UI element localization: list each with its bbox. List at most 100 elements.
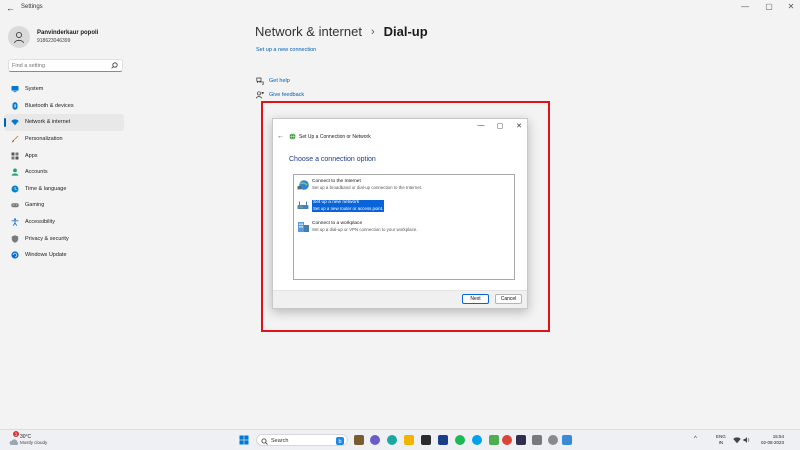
- sidebar-item-label: Windows Update: [25, 252, 67, 259]
- sidebar-item-time-language[interactable]: Time & language: [4, 181, 124, 198]
- dialog-maximize-button[interactable]: ▢: [494, 122, 506, 130]
- sidebar-item-label: Bluetooth & devices: [25, 102, 74, 109]
- chevron-up-icon[interactable]: ^: [694, 436, 697, 442]
- apps-icon: [11, 152, 19, 160]
- help-icon: [256, 77, 264, 85]
- minimize-button[interactable]: —: [738, 2, 752, 11]
- sidebar-item-label: Gaming: [25, 202, 45, 209]
- give-feedback-link[interactable]: Give feedback: [256, 91, 304, 99]
- get-help-label: Get help: [269, 78, 290, 84]
- svg-text:b: b: [338, 439, 341, 445]
- chat-icon[interactable]: [370, 435, 380, 445]
- bluetooth-icon: [12, 102, 18, 110]
- taskbar-search-label: Search: [271, 437, 289, 444]
- clock[interactable]: 15:54 02-08-2023: [754, 434, 784, 446]
- sidebar-item-windows-update[interactable]: Windows Update: [4, 247, 124, 264]
- weather-alert-badge: 1: [13, 431, 19, 437]
- system-icon: [11, 86, 19, 93]
- page-title: Dial-up: [383, 24, 428, 39]
- person-icon: [14, 31, 24, 44]
- sidebar-item-label: Network & internet: [25, 119, 71, 126]
- volume-icon[interactable]: [743, 436, 751, 444]
- skype-icon[interactable]: [472, 435, 482, 445]
- sidebar-item-label: Accessibility: [25, 219, 55, 226]
- mail-icon[interactable]: [438, 435, 448, 445]
- gamepad-icon: [11, 203, 19, 208]
- update-icon: [11, 251, 19, 259]
- sidebar-item-label: Time & language: [25, 185, 67, 192]
- accessibility-icon: [11, 218, 19, 226]
- breadcrumb-parent[interactable]: Network & internet: [255, 24, 362, 39]
- weather-widget[interactable]: 1 30°C Mostly cloudy: [9, 431, 47, 450]
- sidebar-item-bluetooth[interactable]: Bluetooth & devices: [4, 98, 124, 115]
- wifi-icon[interactable]: [733, 436, 741, 444]
- sidebar-item-system[interactable]: System: [4, 81, 124, 98]
- back-arrow-icon[interactable]: ←: [6, 3, 15, 13]
- sidebar-item-accessibility[interactable]: Accessibility: [4, 214, 124, 231]
- language-indicator[interactable]: ENG IN: [716, 434, 726, 446]
- close-button[interactable]: ✕: [784, 2, 798, 11]
- windows-start-icon[interactable]: [239, 435, 249, 445]
- option-description: Set up a dial-up or VPN connection to yo…: [312, 227, 418, 232]
- search-input[interactable]: [12, 61, 108, 71]
- internet-globe-icon: [297, 180, 309, 190]
- app-icon[interactable]: [532, 435, 542, 445]
- app-icon[interactable]: [489, 435, 499, 445]
- setup-new-connection-link[interactable]: Set up a new connection: [256, 47, 316, 53]
- settings-gear-icon[interactable]: [548, 435, 558, 445]
- dialog-back-arrow-icon[interactable]: ←: [277, 133, 284, 140]
- edge-browser-icon[interactable]: [387, 435, 397, 445]
- option-connect-workplace[interactable]: Connect to a workplace Set up a dial-up …: [297, 221, 417, 233]
- option-description: Set up a broadband or dial-up connection…: [312, 185, 423, 190]
- photoshop-icon[interactable]: [516, 435, 526, 445]
- wifi-icon: [11, 119, 19, 126]
- dialog-title-bar: Set Up a Connection or Network: [289, 133, 371, 140]
- svg-text:1: 1: [15, 432, 18, 437]
- title-bar: ← Settings — ▢ ✕: [0, 0, 800, 18]
- router-icon: [297, 201, 309, 209]
- sidebar-item-label: Apps: [25, 152, 38, 159]
- store-icon[interactable]: [421, 435, 431, 445]
- search-box[interactable]: [8, 59, 123, 72]
- sidebar-item-accounts[interactable]: Accounts: [4, 164, 124, 181]
- sidebar-item-network-internet[interactable]: Network & internet: [4, 114, 124, 131]
- breadcrumb: Network & internet › Dial-up: [255, 24, 428, 39]
- sidebar-item-label: Personalization: [25, 136, 63, 143]
- feedback-icon: [256, 91, 264, 99]
- option-connect-internet[interactable]: Connect to the Internet Set up a broadba…: [297, 179, 422, 191]
- connection-option-list: Connect to the Internet Set up a broadba…: [293, 174, 515, 280]
- shield-icon: [11, 234, 19, 243]
- setup-connection-dialog: — ▢ ✕ ← Set Up a Connection or Network C…: [272, 118, 528, 309]
- sidebar-item-label: System: [25, 86, 44, 93]
- option-description: Set up a new router or access point.: [312, 206, 385, 212]
- option-setup-new-network[interactable]: Set up a new network Set up a new router…: [297, 200, 385, 212]
- get-help-link[interactable]: Get help: [256, 77, 290, 85]
- maximize-button[interactable]: ▢: [762, 2, 776, 11]
- dialog-footer: Next Cancel: [273, 290, 527, 308]
- sidebar-item-gaming[interactable]: Gaming: [4, 197, 124, 214]
- weather-condition: Mostly cloudy: [20, 440, 48, 445]
- dialog-title: Set Up a Connection or Network: [299, 133, 371, 140]
- avatar: [8, 26, 30, 48]
- next-button[interactable]: Next: [462, 294, 489, 304]
- search-icon: [261, 438, 268, 445]
- user-phone: 918623046399: [37, 38, 71, 44]
- sidebar-item-privacy-security[interactable]: Privacy & security: [4, 230, 124, 247]
- app-title: Settings: [21, 4, 43, 10]
- taskbar-search[interactable]: Search b: [256, 434, 348, 446]
- search-icon: [111, 62, 118, 69]
- sidebar-item-label: Privacy & security: [25, 235, 69, 242]
- sidebar-item-label: Accounts: [25, 169, 48, 176]
- dialog-close-button[interactable]: ✕: [513, 122, 525, 130]
- dialog-minimize-button[interactable]: —: [475, 122, 487, 129]
- file-explorer-icon[interactable]: [404, 435, 414, 445]
- globe-clock-icon: [11, 185, 19, 193]
- chrome-icon[interactable]: [502, 435, 512, 445]
- cancel-button[interactable]: Cancel: [495, 294, 522, 304]
- spotify-icon[interactable]: [455, 435, 465, 445]
- network-setup-icon[interactable]: [562, 435, 572, 445]
- sidebar-item-personalization[interactable]: Personalization: [4, 131, 124, 148]
- bing-icon: b: [336, 436, 344, 445]
- task-view-icon[interactable]: [354, 435, 364, 445]
- sidebar-item-apps[interactable]: Apps: [4, 147, 124, 164]
